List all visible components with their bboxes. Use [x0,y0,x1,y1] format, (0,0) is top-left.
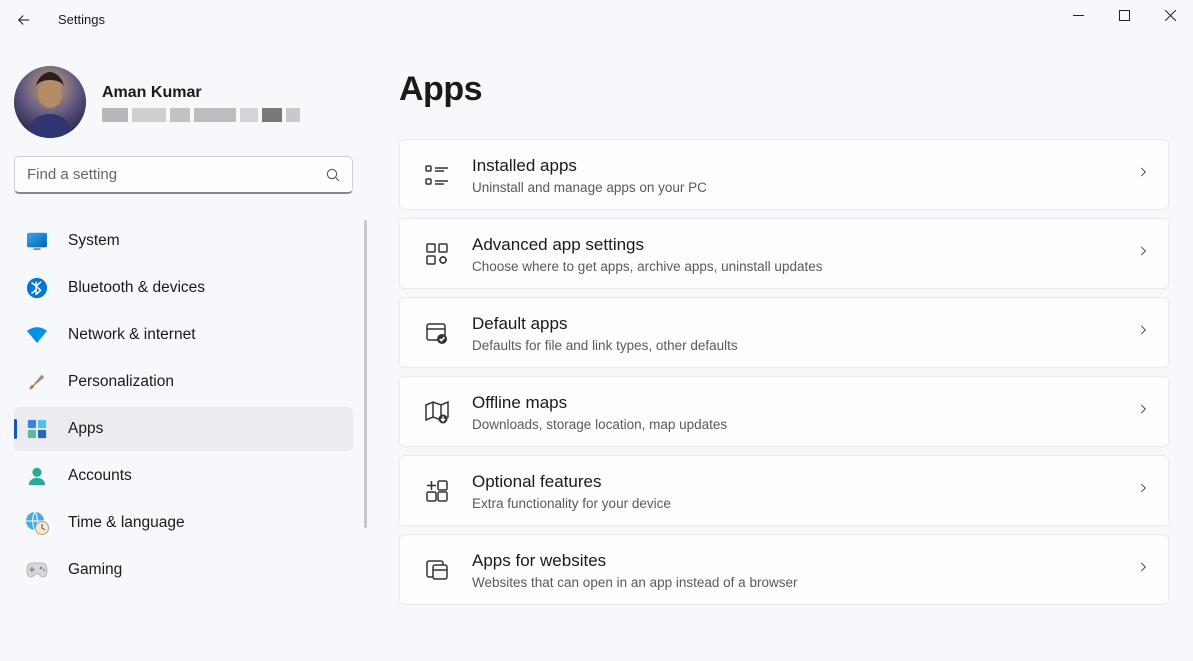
close-icon [1165,10,1176,21]
page-title: Apps [399,70,1169,109]
map-download-icon [420,400,454,424]
card-subtitle: Defaults for file and link types, other … [472,338,1136,353]
clock-globe-icon [24,510,50,536]
card-advanced-app-settings[interactable]: Advanced app settings Choose where to ge… [399,218,1169,289]
apps-icon [24,416,50,442]
sidebar-item-label: Personalization [68,373,174,391]
app-check-icon [420,321,454,345]
system-icon [24,228,50,254]
card-title: Optional features [472,470,1136,494]
sidebar-item-label: Bluetooth & devices [68,279,205,297]
card-title: Default apps [472,312,1136,336]
sidebar-item-label: Network & internet [68,326,196,344]
maximize-button[interactable] [1101,0,1147,30]
avatar [14,66,86,138]
minimize-icon [1073,10,1084,21]
search-input[interactable] [15,166,314,183]
minimize-button[interactable] [1055,0,1101,30]
list-icon [420,164,454,186]
sidebar-item-bluetooth[interactable]: Bluetooth & devices [14,266,353,310]
sidebar: Aman Kumar [0,40,367,661]
card-title: Apps for websites [472,549,1136,573]
chevron-right-icon [1136,244,1150,263]
card-offline-maps[interactable]: Offline maps Downloads, storage location… [399,376,1169,447]
maximize-icon [1119,10,1130,21]
card-apps-for-websites[interactable]: Apps for websites Websites that can open… [399,534,1169,605]
sidebar-item-accounts[interactable]: Accounts [14,454,353,498]
sidebar-item-apps[interactable]: Apps [14,407,353,451]
main-content: Apps Installed apps Uninstall and manage… [367,40,1193,661]
card-title: Offline maps [472,391,1136,415]
gamepad-icon [24,557,50,583]
arrow-left-icon [15,11,33,29]
card-subtitle: Websites that can open in an app instead… [472,575,1136,590]
profile-email-redacted [102,108,300,122]
card-default-apps[interactable]: Default apps Defaults for file and link … [399,297,1169,368]
scrollbar[interactable] [364,220,367,528]
sidebar-item-personalization[interactable]: Personalization [14,360,353,404]
sidebar-item-system[interactable]: System [14,219,353,263]
sidebar-item-label: Apps [68,420,103,438]
sidebar-item-network[interactable]: Network & internet [14,313,353,357]
titlebar: Settings [0,0,1193,40]
sidebar-item-label: Time & language [68,514,185,532]
nav-list: System Bluetooth & devices Network & int… [14,216,367,661]
sidebar-item-gaming[interactable]: Gaming [14,548,353,592]
close-button[interactable] [1147,0,1193,30]
chevron-right-icon [1136,165,1150,184]
brush-icon [24,369,50,395]
card-optional-features[interactable]: Optional features Extra functionality fo… [399,455,1169,526]
chevron-right-icon [1136,560,1150,579]
sidebar-item-time-language[interactable]: Time & language [14,501,353,545]
apps-plus-icon [420,479,454,503]
person-icon [24,463,50,489]
card-subtitle: Choose where to get apps, archive apps, … [472,259,1136,274]
card-subtitle: Uninstall and manage apps on your PC [472,180,1136,195]
website-app-icon [420,558,454,582]
apps-gear-icon [420,242,454,266]
sidebar-item-label: System [68,232,120,250]
profile-block[interactable]: Aman Kumar [14,40,367,156]
bluetooth-icon [24,275,50,301]
wifi-icon [24,322,50,348]
search-box[interactable] [14,156,353,194]
card-title: Advanced app settings [472,233,1136,257]
card-installed-apps[interactable]: Installed apps Uninstall and manage apps… [399,139,1169,210]
chevron-right-icon [1136,481,1150,500]
back-button[interactable] [0,0,48,40]
card-subtitle: Extra functionality for your device [472,496,1136,511]
card-title: Installed apps [472,154,1136,178]
card-subtitle: Downloads, storage location, map updates [472,417,1136,432]
chevron-right-icon [1136,402,1150,421]
sidebar-item-label: Gaming [68,561,122,579]
profile-name: Aman Kumar [102,82,300,104]
sidebar-item-label: Accounts [68,467,132,485]
chevron-right-icon [1136,323,1150,342]
search-icon [314,167,352,183]
window-title: Settings [48,0,105,40]
window-controls [1055,0,1193,30]
